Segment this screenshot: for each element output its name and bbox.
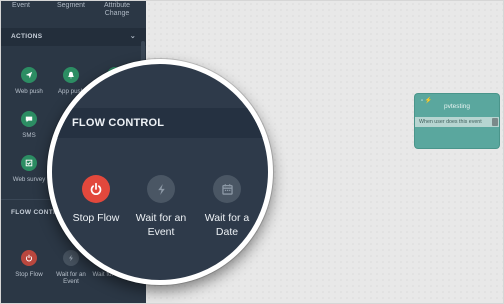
actions-header[interactable]: ACTIONS ⌄	[1, 28, 146, 46]
action-label: Web survey	[12, 176, 46, 183]
action-label: Web push	[15, 88, 43, 95]
app-window: Event Segment Attribute Change ACTIONS ⌄…	[0, 0, 504, 304]
paper-plane-icon	[21, 67, 37, 83]
chat-bubble-icon	[21, 111, 37, 127]
flow-node-header: ▫ ⚡ pvtesting	[415, 94, 499, 117]
flow-stop-flow[interactable]: Stop Flow	[7, 250, 51, 278]
node-connector-handle[interactable]	[492, 118, 498, 126]
action-sms[interactable]: SMS	[7, 111, 51, 139]
chevron-down-icon[interactable]: ⌄	[130, 28, 136, 46]
power-icon	[21, 250, 37, 266]
flow-node[interactable]: ▫ ⚡ pvtesting When user does this event	[415, 94, 499, 148]
power-icon	[82, 175, 110, 203]
checklist-icon	[21, 155, 37, 171]
trigger-event-label[interactable]: Event	[1, 2, 41, 10]
calendar-icon	[213, 175, 241, 203]
flow-node-body: When user does this event	[415, 117, 499, 127]
trigger-segment-label[interactable]: Segment	[51, 2, 91, 10]
zoom-wait-date-label: Wait for a Date	[204, 212, 250, 238]
action-web-push[interactable]: Web push	[7, 67, 51, 95]
flow-node-title: pvtesting	[443, 103, 471, 110]
action-web-survey[interactable]: Web survey	[7, 155, 51, 183]
flow-label: Stop Flow	[15, 271, 43, 278]
zoom-callout: FLOW CONTROL Stop Flow Wait for an Event…	[47, 59, 273, 285]
bell-icon	[63, 67, 79, 83]
action-label: SMS	[22, 132, 36, 139]
bolt-icon	[147, 175, 175, 203]
flow-label: Wait for an Event	[56, 271, 86, 285]
bolt-icon	[63, 250, 79, 266]
zoom-wait-date[interactable]: Wait for a Date	[187, 175, 267, 239]
trigger-attribute-change-label[interactable]: Attribute Change	[97, 2, 137, 18]
actions-header-label: ACTIONS	[11, 33, 43, 40]
zoom-flow-control-header: FLOW CONTROL	[52, 108, 268, 138]
trigger-row: Event Segment Attribute Change	[1, 1, 146, 23]
